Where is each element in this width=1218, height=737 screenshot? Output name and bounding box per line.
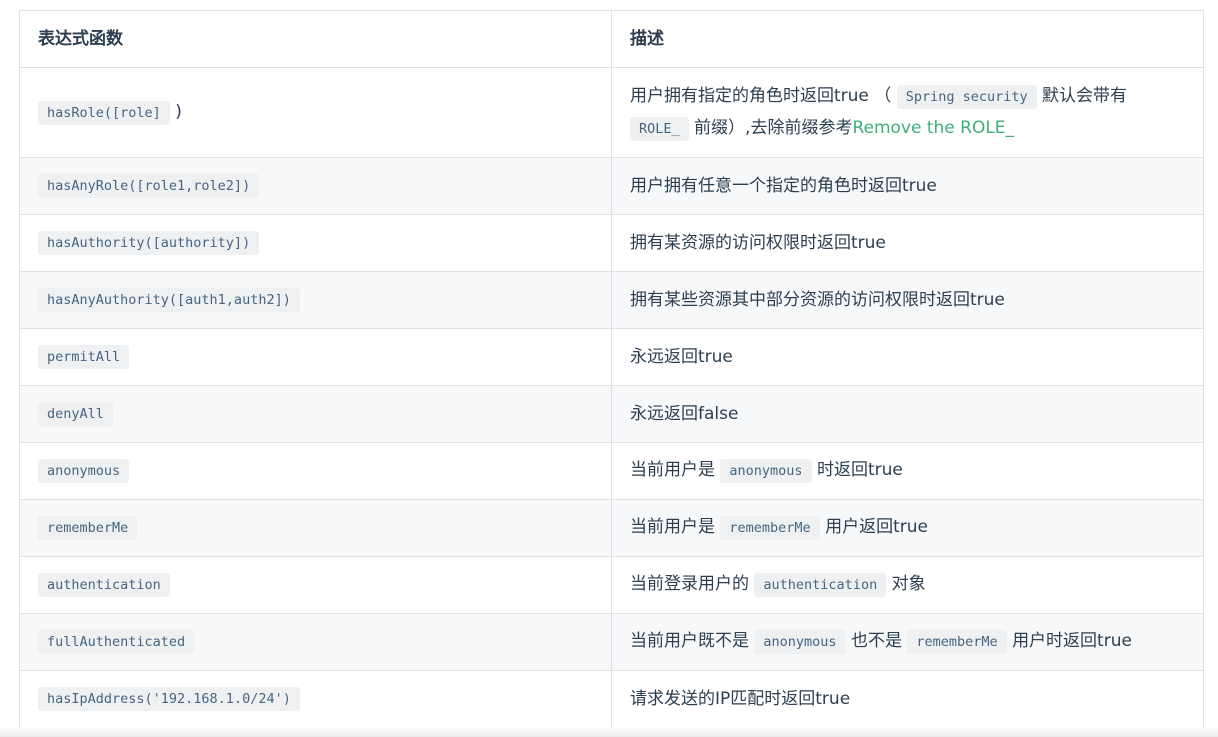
inline-code: anonymous (720, 459, 812, 483)
table-header-row: 表达式函数 描述 (19, 10, 1204, 68)
table-row: hasIpAddress('192.168.1.0/24') 请求发送的IP匹配… (19, 670, 1204, 728)
expression-code: hasIpAddress('192.168.1.0/24') (38, 687, 300, 711)
description-text: 对象 (891, 574, 926, 594)
expression-cell: fullAuthenticated (19, 613, 612, 671)
expression-code: hasAuthority([authority]) (38, 231, 260, 255)
expression-code-suffix: ) (175, 101, 182, 122)
expression-code: permitAll (38, 345, 130, 369)
description-cell: 拥有某资源的访问权限时返回true (611, 214, 1204, 272)
expression-code: hasAnyAuthority([auth1,auth2]) (38, 288, 300, 312)
description-cell: 当前用户既不是 anonymous 也不是 rememberMe 用户时返回tr… (611, 613, 1204, 671)
description-text: 也不是 (850, 631, 902, 651)
expression-cell: permitAll (19, 328, 612, 386)
inline-code: Spring security (896, 84, 1037, 109)
expression-cell: hasAuthority([authority]) (19, 214, 612, 272)
description-cell: 永远返回true (611, 328, 1204, 386)
description-text: 当前用户是 (630, 460, 715, 480)
description-text: 默认会带有 (1042, 85, 1128, 106)
expression-cell: authentication (19, 556, 612, 614)
expression-code: authentication (38, 573, 170, 597)
description-cell: 拥有某些资源其中部分资源的访问权限时返回true (611, 271, 1204, 329)
inline-code: rememberMe (907, 630, 1007, 654)
table-row: anonymous 当前用户是 anonymous 时返回true (19, 442, 1204, 500)
table-row: hasAnyAuthority([auth1,auth2]) 拥有某些资源其中部… (19, 271, 1204, 329)
description-cell: 当前用户是 anonymous 时返回true (611, 442, 1204, 500)
table-row: authentication 当前登录用户的 authentication 对象 (19, 556, 1204, 614)
expression-code: denyAll (38, 402, 113, 426)
inline-code: authentication (754, 573, 887, 597)
description-cell: 用户拥有指定的角色时返回true （ Spring security 默认会带有… (611, 67, 1204, 158)
expression-cell: hasAnyAuthority([auth1,auth2]) (19, 271, 612, 329)
description-text: 用户拥有指定的角色时返回true （ (630, 85, 892, 106)
inline-code: rememberMe (720, 516, 820, 540)
expression-cell: denyAll (19, 385, 612, 443)
description-text: 用户时返回true (1012, 631, 1132, 651)
description-text: 前缀）,去除前缀参考 (694, 117, 853, 138)
expression-cell: anonymous (19, 442, 612, 500)
table-row: hasRole([role] ) 用户拥有指定的角色时返回true （ Spri… (19, 67, 1204, 158)
expression-code: rememberMe (38, 516, 138, 540)
expression-code: anonymous (38, 459, 130, 483)
expression-code: hasAnyRole([role1,role2]) (38, 174, 260, 198)
description-cell: 当前用户是 rememberMe 用户返回true (611, 499, 1204, 557)
expression-cell: hasAnyRole([role1,role2]) (19, 157, 612, 215)
table-row: hasAnyRole([role1,role2]) 用户拥有任意一个指定的角色时… (19, 157, 1204, 215)
document-page: 表达式函数 描述 hasRole([role] ) 用户拥有指定的角色时返回tr… (0, 0, 1218, 737)
table-row: fullAuthenticated 当前用户既不是 anonymous 也不是 … (19, 613, 1204, 671)
bottom-shadow (0, 727, 1218, 737)
description-text: 时返回true (816, 460, 903, 480)
expression-code: fullAuthenticated (38, 630, 195, 654)
header-expression: 表达式函数 (19, 10, 612, 68)
expression-cell: hasRole([role] ) (19, 67, 612, 158)
description-text: 当前用户既不是 (630, 631, 749, 651)
expression-table: 表达式函数 描述 hasRole([role] ) 用户拥有指定的角色时返回tr… (19, 10, 1204, 728)
table-row: hasAuthority([authority]) 拥有某资源的访问权限时返回t… (19, 214, 1204, 272)
inline-code: anonymous (754, 630, 846, 654)
header-description: 描述 (611, 10, 1204, 68)
description-cell: 请求发送的IP匹配时返回true (611, 670, 1204, 728)
description-cell: 永远返回false (611, 385, 1204, 443)
remove-role-prefix-link[interactable]: Remove the ROLE_ (852, 118, 1014, 138)
expression-cell: hasIpAddress('192.168.1.0/24') (19, 670, 612, 728)
description-text: 当前登录用户的 (630, 574, 749, 594)
table-row: denyAll 永远返回false (19, 385, 1204, 443)
table-row: rememberMe 当前用户是 rememberMe 用户返回true (19, 499, 1204, 557)
expression-code: hasRole([role] (38, 100, 170, 125)
expression-cell: rememberMe (19, 499, 612, 557)
description-text: 用户返回true (825, 517, 928, 537)
description-cell: 用户拥有任意一个指定的角色时返回true (611, 157, 1204, 215)
description-cell: 当前登录用户的 authentication 对象 (611, 556, 1204, 614)
description-text: 当前用户是 (630, 517, 715, 537)
table-row: permitAll 永远返回true (19, 328, 1204, 386)
inline-code: ROLE_ (630, 116, 689, 141)
